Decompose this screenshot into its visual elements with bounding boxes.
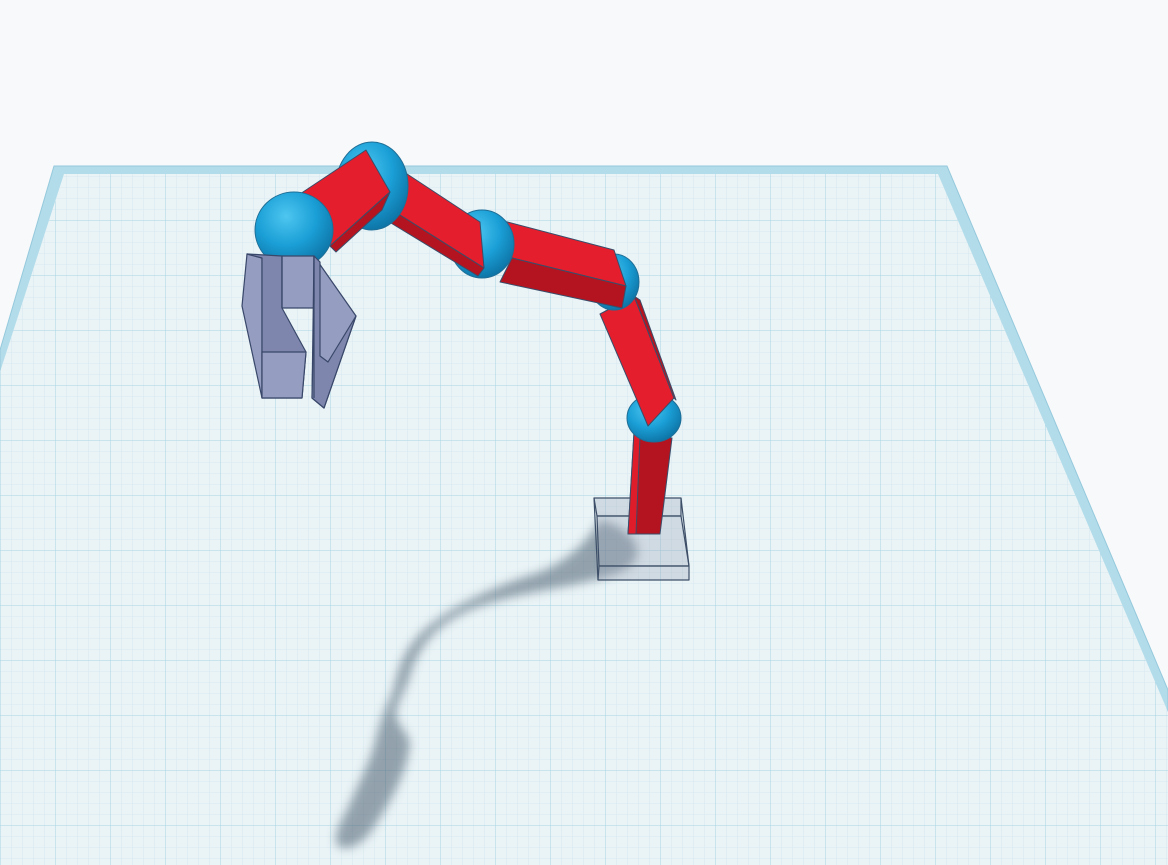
gripper-slot	[281, 255, 315, 309]
gripper-left-finger-tip	[261, 351, 307, 399]
3d-viewport[interactable]	[0, 0, 1168, 865]
base-bottom-face	[597, 565, 690, 581]
scene-canvas[interactable]	[0, 0, 1168, 865]
